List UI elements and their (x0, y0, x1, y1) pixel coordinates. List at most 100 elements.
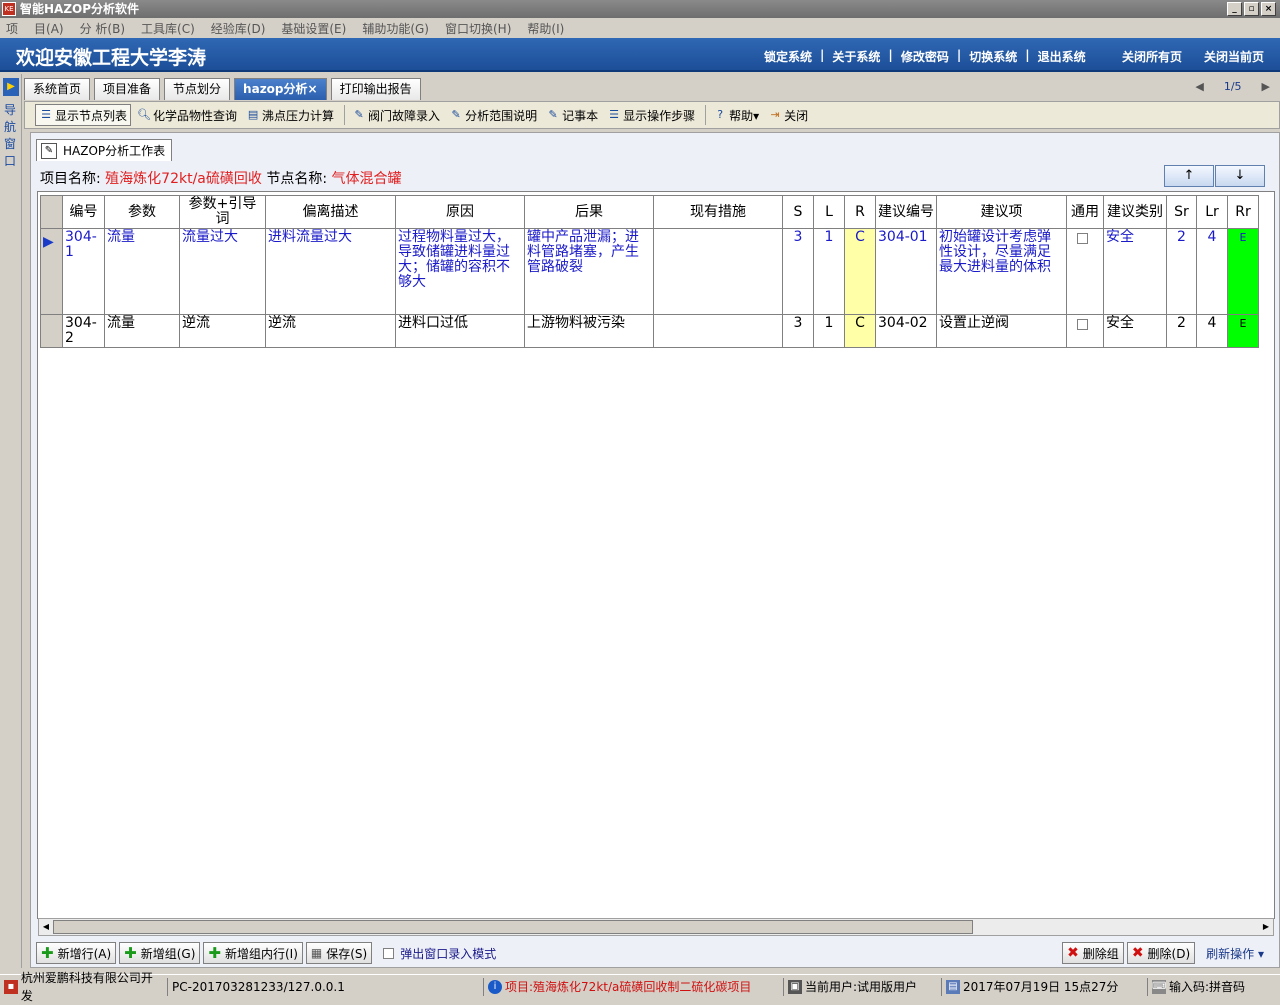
cell-common[interactable] (1066, 314, 1104, 348)
column-header[interactable]: Lr (1196, 195, 1228, 229)
cell-param[interactable]: 流量 (104, 314, 180, 348)
cell-category[interactable]: 安全 (1103, 314, 1167, 348)
notepad-button[interactable]: ✎ 记事本 (543, 104, 601, 126)
cell-rr[interactable]: E (1227, 314, 1259, 348)
scroll-left-icon[interactable]: ◀ (39, 920, 53, 934)
checkbox[interactable] (383, 947, 395, 959)
valve-fault-button[interactable]: ✎ 阀门故障录入 (349, 104, 443, 126)
cell-category[interactable]: 安全 (1103, 228, 1167, 315)
menu-item-tools[interactable]: 工具库(C) (141, 20, 195, 37)
move-down-button[interactable]: ↓ (1215, 165, 1265, 187)
column-header[interactable]: Sr (1166, 195, 1197, 229)
popup-mode-checkbox[interactable]: 弹出窗口录入模式 (383, 945, 496, 962)
save-button[interactable]: ▦ 保存(S) (305, 942, 373, 964)
table-row[interactable]: ▶ 304-1 流量 流量过大 进料流量过大 过程物料量过大，导致储罐进料量过大… (40, 228, 1259, 315)
about-system-link[interactable]: 关于系统 (832, 48, 880, 65)
close-icon[interactable]: × (1261, 2, 1276, 16)
next-page-icon[interactable]: ▶ (1262, 80, 1270, 93)
help-button[interactable]: ? 帮助▾ (710, 104, 762, 126)
column-header[interactable]: 建议项 (936, 195, 1067, 229)
nav-window-label[interactable]: 导航窗口 (4, 102, 18, 170)
menu-item-analysis[interactable]: 分 析(B) (80, 20, 125, 37)
boiling-pressure-button[interactable]: ▤ 沸点压力计算 (243, 104, 337, 126)
column-header[interactable]: 现有措施 (653, 195, 783, 229)
switch-system-link[interactable]: 切换系统 (969, 48, 1017, 65)
common-checkbox[interactable] (1077, 233, 1088, 244)
tab-project-prep[interactable]: 项目准备 (94, 78, 161, 100)
scroll-thumb[interactable] (53, 920, 973, 934)
column-header[interactable]: R (844, 195, 876, 229)
scroll-right-icon[interactable]: ▶ (1259, 920, 1273, 934)
column-header[interactable]: 通用 (1066, 195, 1104, 229)
cell-common[interactable] (1066, 228, 1104, 315)
show-steps-button[interactable]: ☰ 显示操作步骤 (604, 104, 698, 126)
tab-print-report[interactable]: 打印输出报告 (330, 78, 421, 100)
menu-item-help[interactable]: 帮助(I) (527, 20, 564, 37)
tab-home[interactable]: 系统首页 (24, 78, 91, 100)
horizontal-scrollbar[interactable]: ◀ ▶ (38, 918, 1274, 936)
cell-guide[interactable]: 逆流 (179, 314, 266, 348)
close-current-page-link[interactable]: 关闭当前页 (1204, 48, 1264, 65)
column-header[interactable]: 参数+引导词 (179, 195, 266, 229)
add-group-button[interactable]: ✚ 新增组(G) (119, 942, 201, 964)
add-in-group-button[interactable]: ✚ 新增组内行(I) (203, 942, 303, 964)
column-header[interactable]: 原因 (395, 195, 525, 229)
menu-item-project[interactable]: 目(A) (34, 20, 64, 37)
delete-group-button[interactable]: ✖ 删除组 (1062, 942, 1124, 964)
tab-node-division[interactable]: 节点划分 (164, 78, 231, 100)
cell-r[interactable]: C (844, 314, 876, 348)
column-header[interactable]: 参数 (104, 195, 180, 229)
cell-sr[interactable]: 2 (1166, 314, 1197, 348)
common-checkbox[interactable] (1077, 319, 1088, 330)
column-header[interactable]: 建议编号 (875, 195, 937, 229)
exit-system-link[interactable]: 退出系统 (1038, 48, 1086, 65)
cell-suggestion[interactable]: 初始罐设计考虑弹性设计，尽量满足最大进料量的体积 (936, 228, 1067, 315)
cell-s[interactable]: 3 (782, 314, 814, 348)
column-header[interactable]: 偏离描述 (265, 195, 396, 229)
column-header[interactable]: L (813, 195, 845, 229)
menu-item[interactable]: 项 (6, 20, 18, 37)
cell-l[interactable]: 1 (813, 314, 845, 348)
cell-suggestion-id[interactable]: 304-02 (875, 314, 937, 348)
cell-consequence[interactable]: 罐中产品泄漏；进料管路堵塞，产生管路破裂 (524, 228, 654, 315)
menu-item-window[interactable]: 窗口切换(H) (445, 20, 511, 37)
refresh-dropdown[interactable]: 刷新操作 ▾ (1206, 945, 1264, 962)
cell-deviation[interactable]: 进料流量过大 (265, 228, 396, 315)
prev-page-icon[interactable]: ◀ (1195, 80, 1203, 93)
worksheet-tab[interactable]: ✎ HAZOP分析工作表 (36, 139, 172, 161)
cell-id[interactable]: 304-2 (62, 314, 105, 348)
nav-toggle-icon[interactable]: ▶ (3, 78, 19, 96)
cell-cause[interactable]: 进料口过低 (395, 314, 525, 348)
cell-param[interactable]: 流量 (104, 228, 180, 315)
menu-item-experience[interactable]: 经验库(D) (211, 20, 266, 37)
menu-item-settings[interactable]: 基础设置(E) (281, 20, 346, 37)
cell-r[interactable]: C (844, 228, 876, 315)
close-all-pages-link[interactable]: 关闭所有页 (1122, 48, 1182, 65)
cell-deviation[interactable]: 逆流 (265, 314, 396, 348)
cell-rr[interactable]: E (1227, 228, 1259, 315)
column-header[interactable]: Rr (1227, 195, 1259, 229)
tab-hazop-analysis[interactable]: hazop分析× (234, 78, 327, 100)
column-header[interactable]: 建议类别 (1103, 195, 1167, 229)
cell-guide[interactable]: 流量过大 (179, 228, 266, 315)
cell-lr[interactable]: 4 (1196, 314, 1228, 348)
cell-suggestion[interactable]: 设置止逆阀 (936, 314, 1067, 348)
show-node-list-button[interactable]: ☰ 显示节点列表 (35, 104, 132, 126)
cell-s[interactable]: 3 (782, 228, 814, 315)
close-button[interactable]: ⇥ 关闭 (765, 104, 811, 126)
restore-icon[interactable]: ▫ (1244, 2, 1259, 16)
cell-suggestion-id[interactable]: 304-01 (875, 228, 937, 315)
delete-button[interactable]: ✖ 删除(D) (1126, 942, 1196, 964)
lock-system-link[interactable]: 锁定系统 (764, 48, 812, 65)
cell-id[interactable]: 304-1 (62, 228, 105, 315)
cell-consequence[interactable]: 上游物料被污染 (524, 314, 654, 348)
cell-cause[interactable]: 过程物料量过大，导致储罐进料量过大；储罐的容积不够大 (395, 228, 525, 315)
cell-measure[interactable] (653, 228, 783, 315)
column-header[interactable]: S (782, 195, 814, 229)
chemical-query-button[interactable]: 🔍︎ 化学品物性查询 (134, 104, 240, 126)
column-header[interactable]: 后果 (524, 195, 654, 229)
scope-desc-button[interactable]: ✎ 分析范围说明 (446, 104, 540, 126)
menu-item-aux[interactable]: 辅助功能(G) (362, 20, 429, 37)
add-row-button[interactable]: ✚ 新增行(A) (36, 942, 117, 964)
change-password-link[interactable]: 修改密码 (901, 48, 949, 65)
